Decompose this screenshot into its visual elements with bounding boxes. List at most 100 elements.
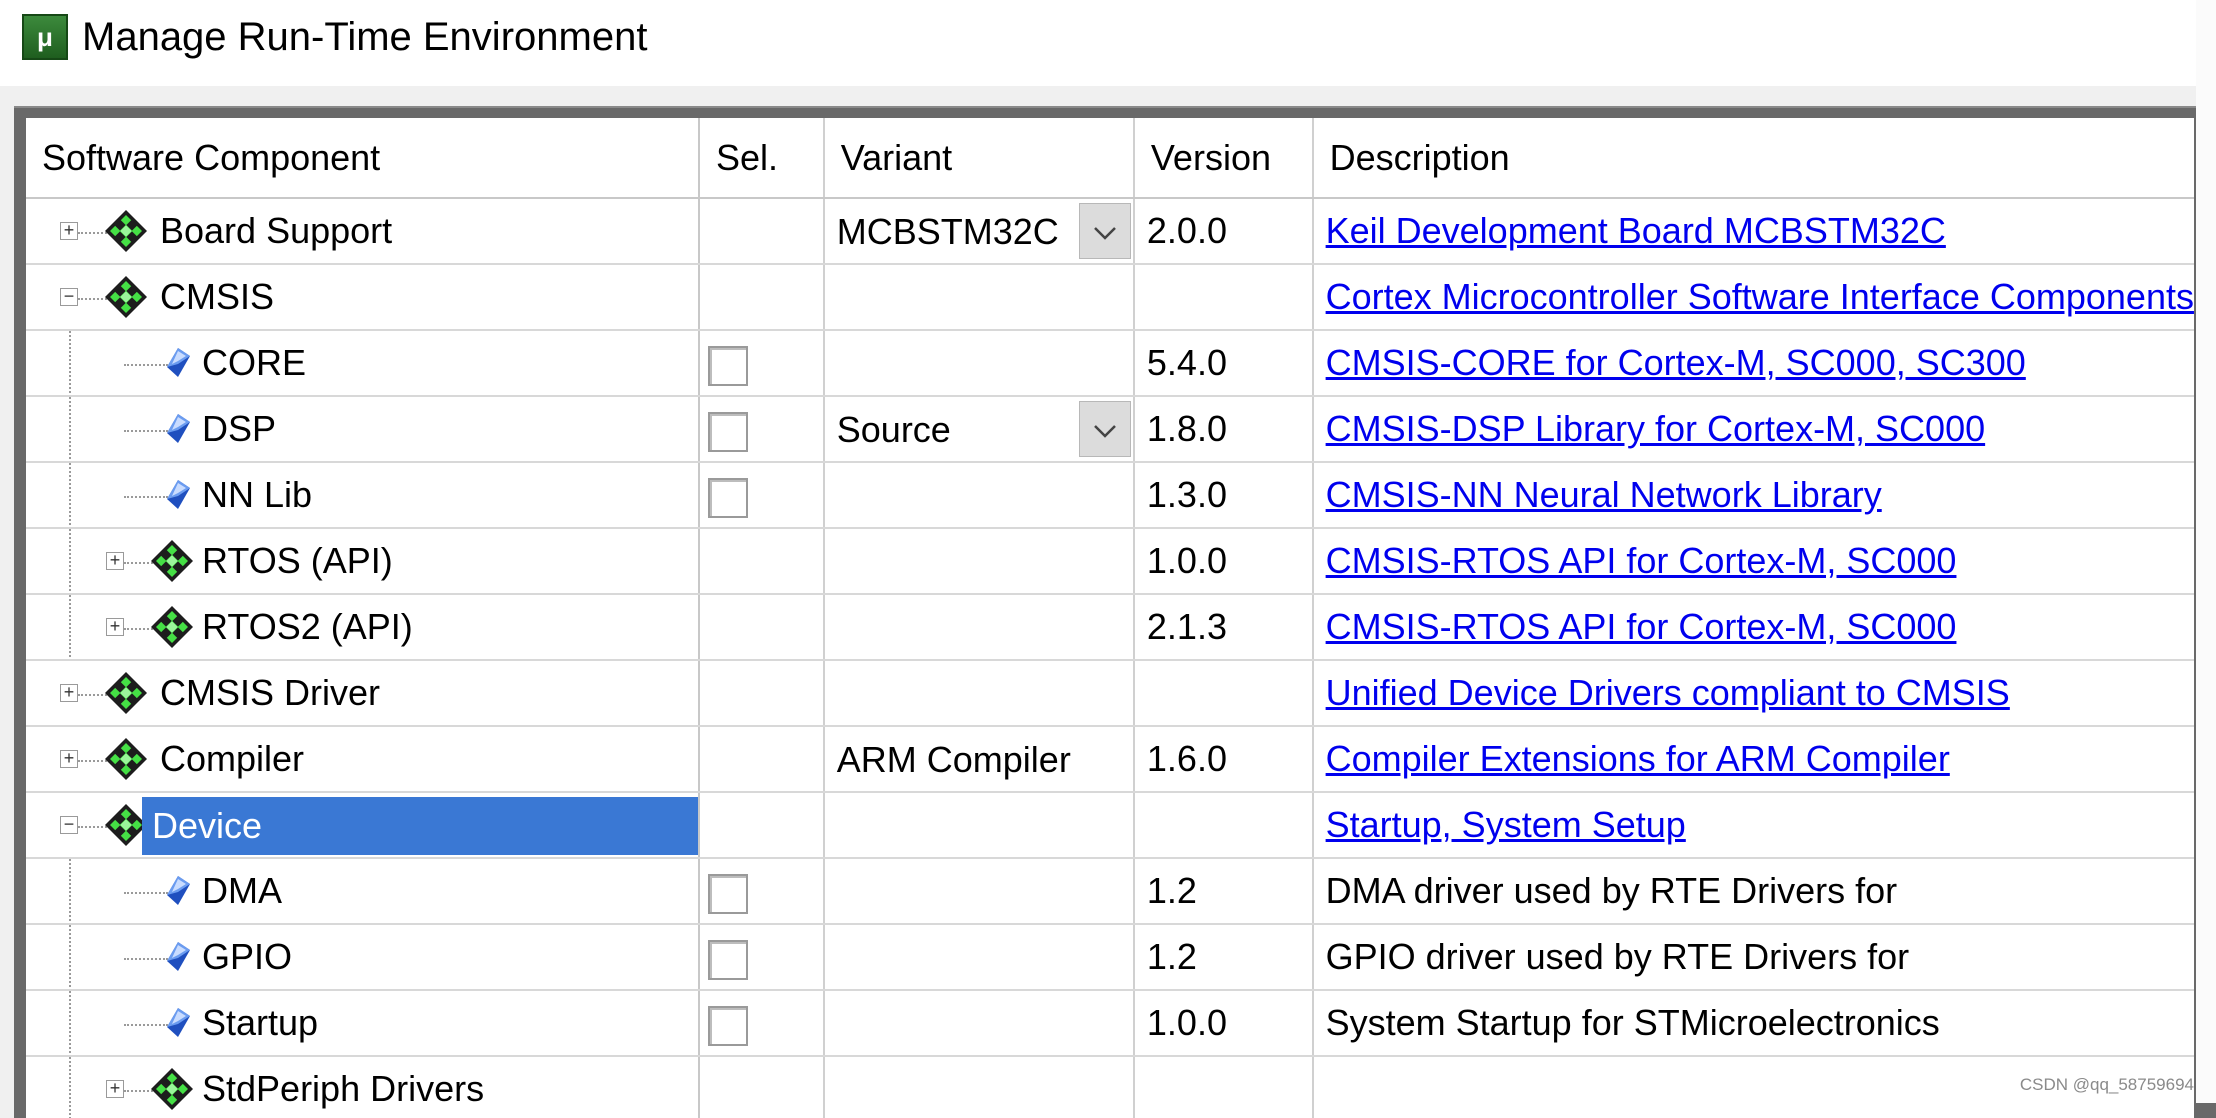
variant-cell: ARM Compiler <box>823 726 1135 793</box>
component-cell[interactable]: + StdPeriph Drivers <box>26 1056 701 1118</box>
version-cell: 5.4.0 <box>1133 330 1314 397</box>
component-cell[interactable]: + CMSIS Driver <box>26 660 701 727</box>
component-cell[interactable]: − CMSIS <box>26 264 701 331</box>
expand-icon[interactable]: + <box>60 683 78 702</box>
component-cell[interactable]: Startup <box>26 990 701 1057</box>
component-row[interactable]: CORE 5.4.0 CMSIS-CORE for Cortex-M, SC000,… <box>26 330 2194 397</box>
select-checkbox[interactable] <box>708 345 749 386</box>
component-item-icon <box>164 412 192 444</box>
description-link[interactable]: Cortex Microcontroller Software Interfac… <box>1326 276 2194 317</box>
description-link[interactable]: Keil Development Board MCBSTM32C <box>1326 210 1946 251</box>
select-checkbox[interactable] <box>708 873 749 914</box>
component-class-icon <box>104 209 148 253</box>
component-row[interactable]: − CMSIS Cortex Microcontroller Software In… <box>26 264 2194 331</box>
chevron-down-icon[interactable] <box>1078 401 1131 457</box>
sel-cell <box>699 396 825 463</box>
description-link[interactable]: CMSIS-CORE for Cortex-M, SC000, SC300 <box>1326 342 2026 383</box>
sel-cell <box>699 264 825 331</box>
component-row[interactable]: + Compiler ARM Compiler 1.6.0 Compiler Exten… <box>26 726 2194 793</box>
description-link[interactable]: CMSIS-RTOS API for Cortex-M, SC000 <box>1326 540 1957 581</box>
variant-cell <box>823 858 1135 925</box>
sel-cell <box>699 660 825 727</box>
component-row[interactable]: Startup 1.0.0 System Startup for STMicroel… <box>26 990 2194 1057</box>
component-row[interactable]: DSP Source 1.8.0 CMSIS-DSP Library for Cort… <box>26 396 2194 463</box>
tree-line <box>69 595 71 658</box>
component-class-icon <box>150 605 194 649</box>
variant-cell <box>823 330 1135 397</box>
component-row[interactable]: + RTOS (API) 1.0.0 CMSIS-RTOS API for Corte… <box>26 528 2194 595</box>
column-header-component[interactable]: Software Component <box>26 118 701 199</box>
tree-line <box>124 958 168 960</box>
sel-cell <box>699 726 825 793</box>
component-name: RTOS2 (API) <box>202 606 413 647</box>
description-cell: GPIO driver used by RTE Drivers for <box>1312 924 2194 991</box>
component-row[interactable]: NN Lib 1.3.0 CMSIS-NN Neural Network Libra… <box>26 462 2194 529</box>
collapse-icon[interactable]: − <box>60 815 78 834</box>
collapse-icon[interactable]: − <box>60 287 78 306</box>
description-cell: CMSIS-RTOS API for Cortex-M, SC000 <box>1312 528 2194 595</box>
component-cell[interactable]: GPIO <box>26 924 701 991</box>
component-cell[interactable]: DSP <box>26 396 701 463</box>
tree-line <box>69 1057 71 1118</box>
version-cell: 1.8.0 <box>1133 396 1314 463</box>
description-cell: System Startup for STMicroelectronics <box>1312 990 2194 1057</box>
component-table: Software Component Sel. Variant Version … <box>26 118 2194 1118</box>
component-cell[interactable]: DMA <box>26 858 701 925</box>
component-row[interactable]: + Board Support MCBSTM32C 2.0.0 Keil Develop… <box>26 198 2194 265</box>
component-name: Board Support <box>160 210 393 251</box>
expand-icon[interactable]: + <box>106 617 124 636</box>
component-cell[interactable]: + Board Support <box>26 198 701 265</box>
variant-cell <box>823 594 1135 661</box>
description-link[interactable]: Unified Device Drivers compliant to CMSI… <box>1326 672 2010 713</box>
variant-cell[interactable]: MCBSTM32C <box>823 198 1135 265</box>
column-header-version[interactable]: Version <box>1133 118 1314 199</box>
description-link[interactable]: CMSIS-DSP Library for Cortex-M, SC000 <box>1326 408 1986 449</box>
version-cell <box>1133 660 1314 727</box>
description-text: System Startup for STMicroelectronics <box>1325 1002 1940 1043</box>
description-link[interactable]: Startup, System Setup <box>1326 804 1686 845</box>
sel-cell <box>699 858 825 925</box>
component-class-icon <box>150 539 194 583</box>
component-name: GPIO <box>202 936 293 977</box>
component-row[interactable]: + CMSIS Driver Unified Device Drivers comp… <box>26 660 2194 727</box>
tree-line <box>69 991 71 1054</box>
component-class-icon <box>104 737 148 781</box>
sel-cell <box>699 594 825 661</box>
expand-icon[interactable]: + <box>60 221 78 240</box>
version-cell <box>1133 264 1314 331</box>
component-row[interactable]: + RTOS2 (API) 2.1.3 CMSIS-RTOS API for Cort… <box>26 594 2194 661</box>
component-cell[interactable]: + RTOS2 (API) <box>26 594 701 661</box>
expand-icon[interactable]: + <box>106 551 124 570</box>
chevron-down-icon[interactable] <box>1078 203 1131 259</box>
tree-line <box>124 430 168 432</box>
window-title: Manage Run-Time Environment <box>82 15 648 59</box>
select-checkbox[interactable] <box>708 939 749 980</box>
variant-value: ARM Compiler <box>836 739 1071 780</box>
column-header-description[interactable]: Description <box>1312 118 2194 199</box>
expand-icon[interactable]: + <box>60 749 78 768</box>
expand-icon[interactable]: + <box>106 1079 124 1098</box>
sel-cell <box>699 1056 825 1118</box>
component-row[interactable]: + StdPeriph Drivers <box>26 1056 2194 1118</box>
component-row[interactable]: − Device Startup, System Setup <box>26 792 2194 859</box>
variant-cell <box>823 924 1135 991</box>
select-checkbox[interactable] <box>708 477 749 518</box>
component-cell[interactable]: CORE <box>26 330 701 397</box>
component-cell[interactable]: + Compiler <box>26 726 701 793</box>
variant-cell[interactable]: Source <box>823 396 1135 463</box>
component-row[interactable]: DMA 1.2 DMA driver used by RTE Drivers for <box>26 858 2194 925</box>
column-header-sel[interactable]: Sel. <box>699 118 825 199</box>
variant-cell <box>823 990 1135 1057</box>
description-cell: CMSIS-NN Neural Network Library <box>1312 462 2194 529</box>
component-row[interactable]: GPIO 1.2 GPIO driver used by RTE Drivers f… <box>26 924 2194 991</box>
description-link[interactable]: CMSIS-NN Neural Network Library <box>1326 474 1882 515</box>
component-cell[interactable]: − Device <box>26 792 701 859</box>
sel-cell <box>699 924 825 991</box>
select-checkbox[interactable] <box>708 1005 749 1046</box>
description-link[interactable]: Compiler Extensions for ARM Compiler <box>1326 738 1950 779</box>
column-header-variant[interactable]: Variant <box>823 118 1135 199</box>
component-cell[interactable]: NN Lib <box>26 462 701 529</box>
description-link[interactable]: CMSIS-RTOS API for Cortex-M, SC000 <box>1326 606 1957 647</box>
component-cell[interactable]: + RTOS (API) <box>26 528 701 595</box>
select-checkbox[interactable] <box>708 411 749 452</box>
